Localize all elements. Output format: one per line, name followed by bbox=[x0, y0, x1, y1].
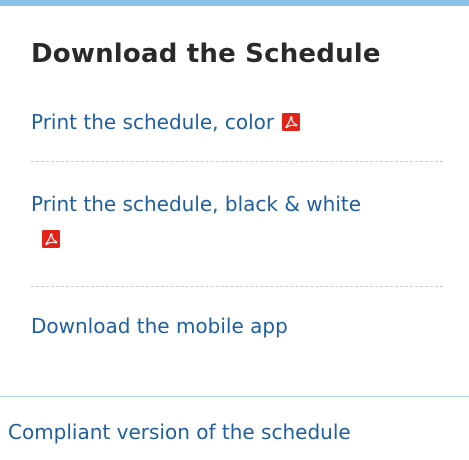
divider bbox=[31, 161, 443, 162]
pdf-icon[interactable] bbox=[42, 230, 60, 248]
print-color-schedule-link[interactable]: Print the schedule, color bbox=[31, 110, 274, 134]
card-heading: Download the Schedule bbox=[31, 39, 381, 69]
pdf-icon[interactable] bbox=[282, 113, 301, 131]
print-bw-schedule-link[interactable]: Print the schedule, black & white bbox=[31, 192, 361, 216]
download-schedule-card: Download the Schedule Print the schedule… bbox=[0, 6, 469, 396]
compliant-schedule-link[interactable]: Compliant version of the schedule bbox=[8, 420, 351, 444]
download-mobile-app-link[interactable]: Download the mobile app bbox=[31, 314, 288, 338]
list-item-mobile-app: Download the mobile app bbox=[31, 310, 451, 342]
footer: Compliant version of the schedule bbox=[8, 416, 351, 448]
section-divider bbox=[0, 396, 469, 397]
list-item-color-schedule: Print the schedule, color bbox=[31, 106, 451, 138]
list-item-bw-schedule: Print the schedule, black & white bbox=[31, 188, 451, 250]
divider bbox=[31, 286, 443, 287]
print-color-schedule-label: Print the schedule, color bbox=[31, 110, 275, 134]
print-bw-schedule-label: Print the schedule, black & white bbox=[31, 192, 362, 216]
schedule-download-page: Download the Schedule Print the schedule… bbox=[0, 0, 469, 460]
